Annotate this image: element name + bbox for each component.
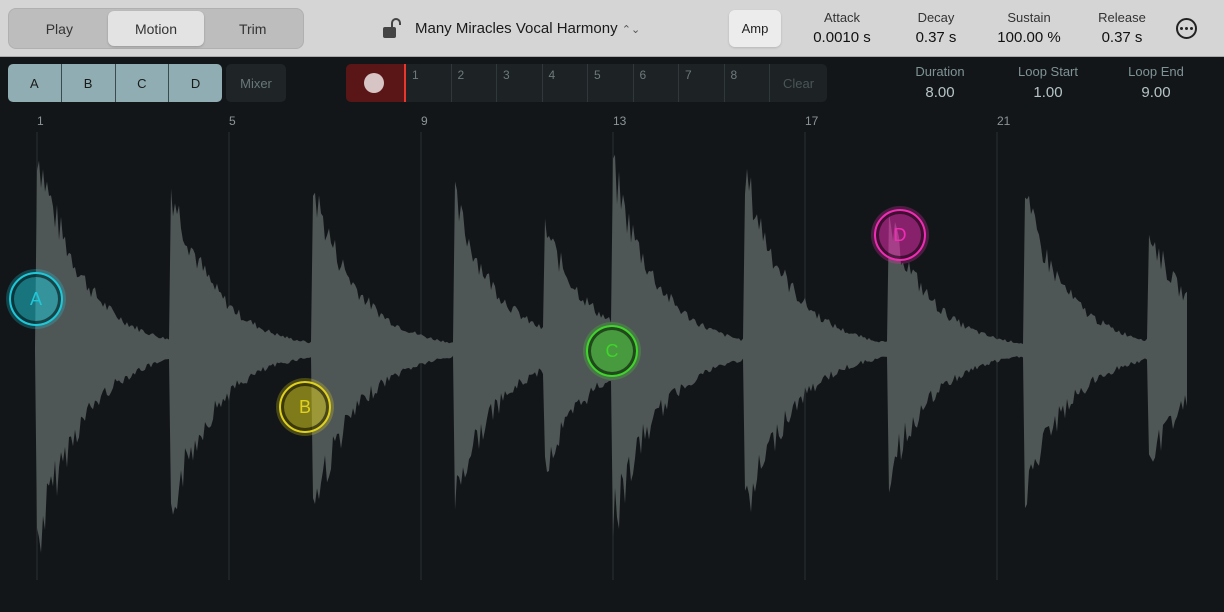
record-button[interactable]	[346, 64, 406, 102]
more-options-icon[interactable]	[1176, 18, 1197, 39]
step-1[interactable]: 1	[406, 64, 452, 102]
pad-b[interactable]: B	[62, 64, 116, 102]
puck-b[interactable]: B	[279, 381, 331, 433]
step-8[interactable]: 8	[725, 64, 770, 102]
duration-label: Duration	[915, 64, 965, 79]
pad-a[interactable]: A	[8, 64, 62, 102]
record-icon	[364, 73, 384, 93]
top-toolbar: Play Motion Trim Many Miracles Vocal Har…	[0, 0, 1224, 57]
chevron-updown-icon: ⌃⌄	[621, 24, 641, 36]
unlocked-lock-icon[interactable]	[382, 18, 404, 40]
pad-selector: A B C D	[8, 64, 222, 102]
motion-steps: 1 2 3 4 5 6 7 8 Clear	[406, 64, 827, 102]
ruler-tick: 21	[997, 114, 1011, 128]
puck-a[interactable]: A	[9, 272, 63, 326]
amp-button[interactable]: Amp	[729, 10, 781, 47]
ruler-tick: 17	[805, 114, 819, 128]
release-label: Release	[1098, 10, 1146, 25]
decay-label: Decay	[917, 10, 955, 25]
ruler-tick: 13	[613, 114, 627, 128]
release-value[interactable]: 0.37 s	[1072, 29, 1172, 46]
step-2[interactable]: 2	[452, 64, 497, 102]
attack-param[interactable]: Attack 0.0010 s	[792, 10, 892, 46]
patch-title[interactable]: Many Miracles Vocal Harmony ⌃⌄	[415, 20, 640, 37]
pad-c[interactable]: C	[116, 64, 170, 102]
step-5[interactable]: 5	[588, 64, 634, 102]
step-4[interactable]: 4	[543, 64, 588, 102]
mode-selector: Play Motion Trim	[8, 8, 304, 49]
sustain-param[interactable]: Sustain 100.00 %	[979, 10, 1079, 46]
step-7[interactable]: 7	[679, 64, 725, 102]
puck-c[interactable]: C	[586, 325, 638, 377]
decay-param[interactable]: Decay 0.37 s	[886, 10, 986, 46]
loop-end-value[interactable]: 9.00	[1101, 84, 1211, 101]
mode-play[interactable]: Play	[11, 11, 108, 46]
mode-motion[interactable]: Motion	[107, 11, 205, 46]
loop-start-label: Loop Start	[1018, 64, 1078, 79]
duration-field[interactable]: Duration 8.00	[885, 64, 995, 101]
ruler-tick: 9	[421, 114, 428, 128]
sustain-label: Sustain	[1007, 10, 1051, 25]
attack-label: Attack	[823, 10, 861, 25]
duration-value[interactable]: 8.00	[885, 84, 995, 101]
attack-value[interactable]: 0.0010 s	[792, 29, 892, 46]
loop-start-value[interactable]: 1.00	[993, 84, 1103, 101]
pad-d[interactable]: D	[169, 64, 222, 102]
loop-end-label: Loop End	[1128, 64, 1184, 79]
release-param[interactable]: Release 0.37 s	[1072, 10, 1172, 46]
step-6[interactable]: 6	[634, 64, 679, 102]
puck-d[interactable]: D	[874, 209, 926, 261]
sustain-value[interactable]: 100.00 %	[979, 29, 1079, 46]
mixer-button[interactable]: Mixer	[226, 64, 286, 102]
ruler-tick: 5	[229, 114, 236, 128]
loop-end-field[interactable]: Loop End 9.00	[1101, 64, 1211, 101]
loop-start-field[interactable]: Loop Start 1.00	[993, 64, 1103, 101]
decay-value[interactable]: 0.37 s	[886, 29, 986, 46]
ruler-tick: 1	[37, 114, 44, 128]
patch-name: Many Miracles Vocal Harmony	[415, 20, 618, 37]
clear-button[interactable]: Clear	[770, 64, 827, 102]
step-3[interactable]: 3	[497, 64, 543, 102]
mode-trim[interactable]: Trim	[204, 11, 301, 46]
